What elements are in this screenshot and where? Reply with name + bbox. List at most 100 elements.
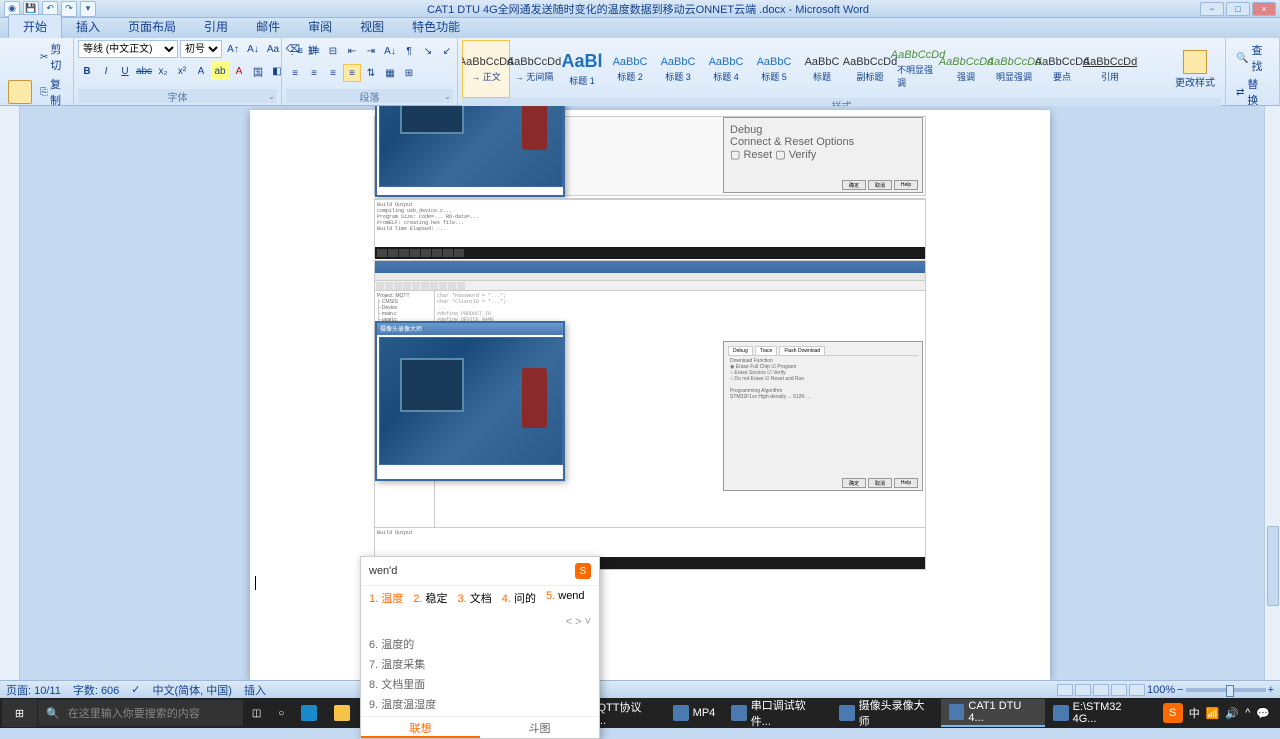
tab-视图[interactable]: 视图 xyxy=(346,15,398,38)
font-color-button[interactable]: A xyxy=(230,62,248,80)
taskbar-search[interactable]: 🔍 在这里输入你要搜索的内容 xyxy=(38,700,243,726)
taskbar-app[interactable]: E:\STM32 4G... xyxy=(1045,699,1154,727)
indent-dec-button[interactable]: ⇤ xyxy=(343,42,361,60)
ime-more-item[interactable]: 8. 文档里面 xyxy=(369,674,591,694)
font-size-select[interactable]: 初号 xyxy=(180,40,222,58)
show-marks-button[interactable]: ¶ xyxy=(400,42,418,60)
char-border-button[interactable]: 国 xyxy=(249,62,267,80)
zoom-level[interactable]: 100% xyxy=(1147,684,1175,696)
align-right-button[interactable]: ≡ xyxy=(324,64,342,82)
grow-font-button[interactable]: A↑ xyxy=(224,40,242,58)
ime-candidate[interactable]: 2. 稳定 xyxy=(413,590,447,606)
underline-button[interactable]: U xyxy=(116,62,134,80)
align-center-button[interactable]: ≡ xyxy=(305,64,323,82)
tray-ime-icon[interactable]: S xyxy=(1163,703,1183,723)
tab-审阅[interactable]: 审阅 xyxy=(294,15,346,38)
tab-开始[interactable]: 开始 xyxy=(8,14,62,38)
tray-volume-icon[interactable]: 🔊 xyxy=(1225,707,1239,720)
style-标题 3[interactable]: AaBbC标题 3 xyxy=(654,40,702,98)
status-mode[interactable]: 插入 xyxy=(244,682,266,698)
replace-button[interactable]: ⇄替换 xyxy=(1236,76,1269,108)
text-effects-button[interactable]: A xyxy=(192,62,210,80)
style-→ 无间隔[interactable]: AaBbCcDd→ 无间隔 xyxy=(510,40,558,98)
style-强调[interactable]: AaBbCcDd强调 xyxy=(942,40,990,98)
cortana-button[interactable]: ○ xyxy=(270,699,292,727)
ime-candidate[interactable]: 1. 温度 xyxy=(369,590,403,606)
explorer-button[interactable] xyxy=(326,699,358,727)
align-left-button[interactable]: ≡ xyxy=(286,64,304,82)
ime-tab-assoc[interactable]: 联想 xyxy=(361,717,480,738)
style-标题 4[interactable]: AaBbC标题 4 xyxy=(702,40,750,98)
cut-button[interactable]: ✂剪切 xyxy=(38,40,69,74)
copy-button[interactable]: ⎘复制 xyxy=(38,75,69,109)
subscript-button[interactable]: x₂ xyxy=(154,62,172,80)
ltr-button[interactable]: ↘ xyxy=(419,42,437,60)
ime-more-item[interactable]: 6. 温度的 xyxy=(369,634,591,654)
vertical-scrollbar[interactable] xyxy=(1264,106,1280,680)
zoom-out-button[interactable]: − xyxy=(1177,684,1183,696)
tray-ime-lang[interactable]: 中 xyxy=(1189,705,1200,721)
multilevel-button[interactable]: ⊟ xyxy=(324,42,342,60)
status-page[interactable]: 页面: 10/11 xyxy=(6,682,61,698)
highlight-button[interactable]: ab xyxy=(211,62,229,80)
line-spacing-button[interactable]: ⇅ xyxy=(362,64,380,82)
borders-button[interactable]: ⊞ xyxy=(400,64,418,82)
align-justify-button[interactable]: ≡ xyxy=(343,64,361,82)
status-lang[interactable]: 中文(简体, 中国) xyxy=(153,682,232,698)
close-button[interactable]: × xyxy=(1252,2,1276,16)
change-styles-button[interactable]: 更改样式 xyxy=(1169,50,1221,89)
style-标题 1[interactable]: AaBl标题 1 xyxy=(558,40,606,98)
view-web-button[interactable] xyxy=(1093,684,1109,696)
ime-candidate[interactable]: 3. 文档 xyxy=(458,590,492,606)
tab-特色功能[interactable]: 特色功能 xyxy=(398,15,474,38)
style-标题[interactable]: AaBbC标题 xyxy=(798,40,846,98)
italic-button[interactable]: I xyxy=(97,62,115,80)
bullets-button[interactable]: ⋮≡ xyxy=(286,42,304,60)
change-case-button[interactable]: Aa xyxy=(264,40,282,58)
style-明显强调[interactable]: AaBbCcDd明显强调 xyxy=(990,40,1038,98)
status-words[interactable]: 字数: 606 xyxy=(73,682,119,698)
style-副标题[interactable]: AaBbCcDd副标题 xyxy=(846,40,894,98)
font-name-select[interactable]: 等线 (中文正文) xyxy=(78,40,178,58)
style-标题 2[interactable]: AaBbC标题 2 xyxy=(606,40,654,98)
shrink-font-button[interactable]: A↓ xyxy=(244,40,262,58)
ime-tab-image[interactable]: 斗图 xyxy=(480,717,599,738)
sort-button[interactable]: A↓ xyxy=(381,42,399,60)
view-draft-button[interactable] xyxy=(1129,684,1145,696)
taskbar-app[interactable]: MP4 xyxy=(665,699,724,727)
shading-button[interactable]: ▦ xyxy=(381,64,399,82)
taskbar-app[interactable]: 摄像头录像大师 xyxy=(831,699,941,727)
superscript-button[interactable]: x² xyxy=(173,62,191,80)
tray-expand-icon[interactable]: ^ xyxy=(1245,707,1250,719)
tab-插入[interactable]: 插入 xyxy=(62,15,114,38)
view-outline-button[interactable] xyxy=(1111,684,1127,696)
zoom-slider[interactable] xyxy=(1186,688,1266,692)
style-不明显强调[interactable]: AaBbCcDd不明显强调 xyxy=(894,40,942,98)
ime-more-item[interactable]: 9. 温度温湿度 xyxy=(369,694,591,714)
taskbar-app[interactable]: CAT1 DTU 4... xyxy=(941,699,1045,727)
style-要点[interactable]: AaBbCcDd要点 xyxy=(1038,40,1086,98)
task-view-button[interactable]: ◫ xyxy=(244,699,269,727)
indent-inc-button[interactable]: ⇥ xyxy=(362,42,380,60)
style-引用[interactable]: AaBbCcDd引用 xyxy=(1086,40,1134,98)
view-fullscreen-button[interactable] xyxy=(1075,684,1091,696)
start-button[interactable]: ⊞ xyxy=(2,699,37,727)
ime-more-item[interactable]: 7. 温度采集 xyxy=(369,654,591,674)
style-标题 5[interactable]: AaBbC标题 5 xyxy=(750,40,798,98)
zoom-in-button[interactable]: + xyxy=(1268,684,1274,696)
status-spellcheck-icon[interactable]: ✓ xyxy=(131,683,140,696)
ime-candidate[interactable]: 5. wend xyxy=(546,590,585,606)
maximize-button[interactable]: □ xyxy=(1226,2,1250,16)
tray-network-icon[interactable]: 📶 xyxy=(1206,707,1220,720)
tab-邮件[interactable]: 邮件 xyxy=(242,15,294,38)
tray-notif-icon[interactable]: 💬 xyxy=(1256,707,1270,720)
find-button[interactable]: 🔍查找 xyxy=(1236,42,1269,74)
minimize-button[interactable]: − xyxy=(1200,2,1224,16)
tab-引用[interactable]: 引用 xyxy=(190,15,242,38)
edge-button[interactable] xyxy=(293,699,325,727)
rtl-button[interactable]: ↙ xyxy=(438,42,456,60)
view-print-button[interactable] xyxy=(1057,684,1073,696)
numbering-button[interactable]: 1≡ xyxy=(305,42,323,60)
tab-页面布局[interactable]: 页面布局 xyxy=(114,15,190,38)
style-→ 正文[interactable]: AaBbCcDd→ 正文 xyxy=(462,40,510,98)
